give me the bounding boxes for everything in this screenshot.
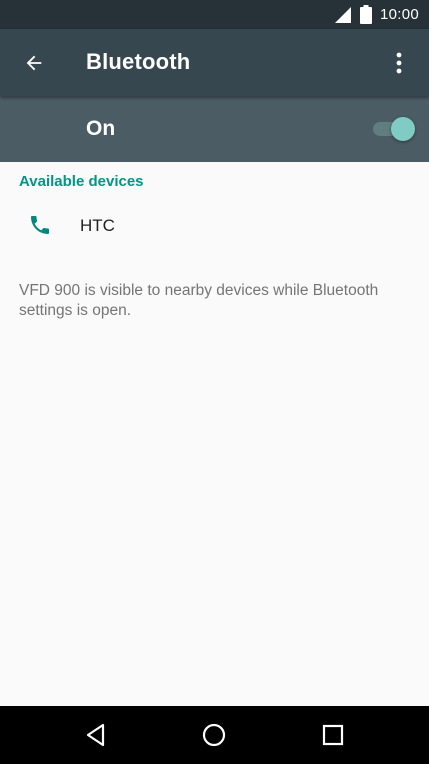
switch-label: On bbox=[86, 117, 116, 140]
more-vertical-icon bbox=[396, 52, 402, 74]
navigation-bar bbox=[0, 706, 429, 764]
nav-home-button[interactable] bbox=[199, 720, 229, 750]
bluetooth-master-switch-bar[interactable]: On bbox=[0, 96, 429, 162]
nav-back-icon bbox=[85, 723, 107, 747]
nav-home-icon bbox=[202, 723, 226, 747]
nav-recents-button[interactable] bbox=[318, 720, 348, 750]
back-button[interactable] bbox=[12, 41, 56, 85]
device-name: HTC bbox=[80, 216, 115, 235]
battery-icon bbox=[359, 5, 372, 24]
signal-icon bbox=[334, 6, 352, 24]
nav-recents-icon bbox=[322, 724, 344, 746]
more-options-button[interactable] bbox=[377, 41, 421, 85]
app-bar: Bluetooth bbox=[0, 29, 429, 96]
arrow-back-icon bbox=[23, 52, 45, 74]
visibility-note: VFD 900 is visible to nearby devices whi… bbox=[19, 282, 379, 319]
device-item-htc[interactable]: HTC bbox=[0, 198, 429, 254]
status-time: 10:00 bbox=[379, 6, 419, 23]
bluetooth-settings-screen: 10:00 Bluetooth On Available devices HTC… bbox=[0, 0, 429, 764]
phone-icon bbox=[28, 213, 52, 237]
nav-back-button[interactable] bbox=[81, 720, 111, 750]
toggle-thumb bbox=[391, 117, 415, 141]
status-bar: 10:00 bbox=[0, 0, 429, 29]
bluetooth-toggle[interactable] bbox=[369, 117, 415, 141]
available-devices-header: Available devices bbox=[19, 173, 144, 190]
page-title: Bluetooth bbox=[86, 49, 191, 74]
